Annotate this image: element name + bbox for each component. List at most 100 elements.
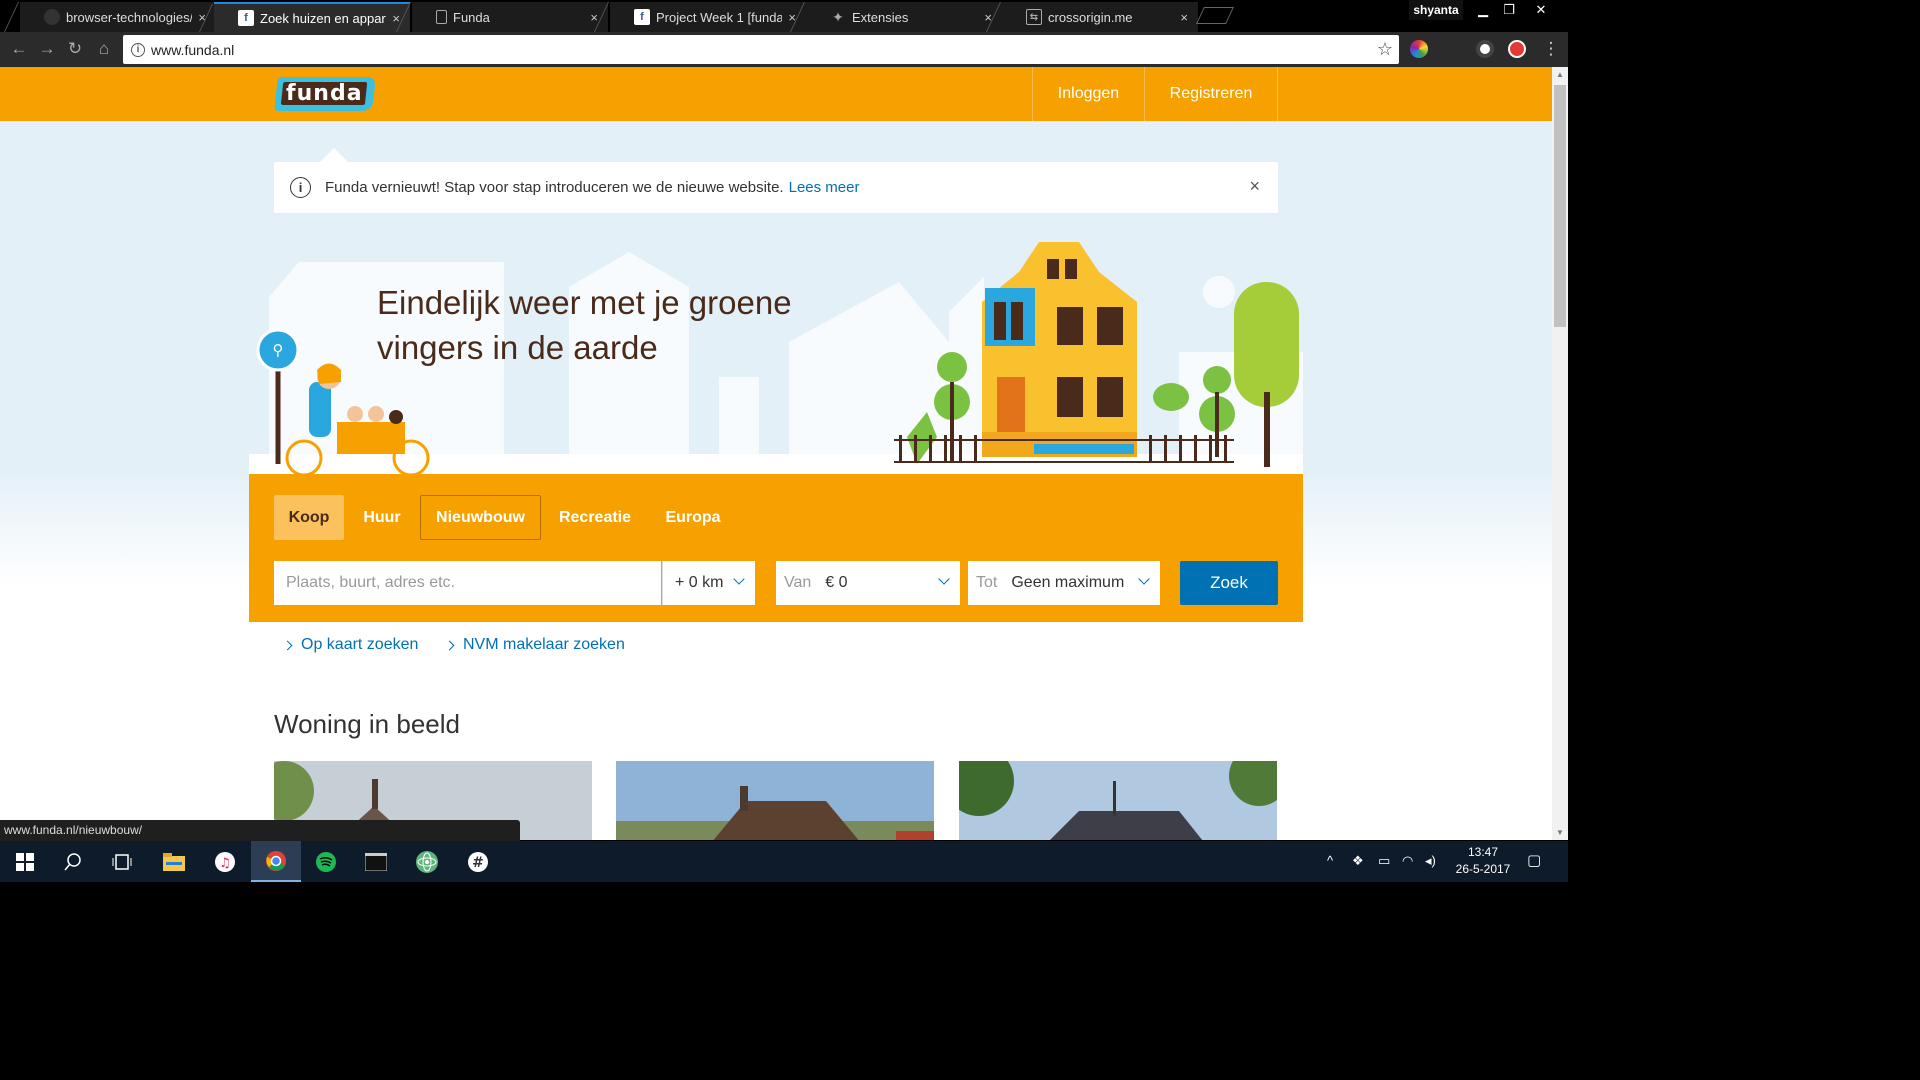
house-photo-3[interactable] [959, 761, 1277, 840]
radius-select[interactable]: + 0 km [662, 561, 755, 605]
swap-icon: ⇆ [1026, 9, 1042, 25]
windows-start-icon[interactable] [0, 841, 50, 882]
clock-time: 13:47 [1467, 845, 1499, 859]
notice-banner: i Funda vernieuwt! Stap voor stap introd… [274, 148, 1278, 213]
scroll-up-icon[interactable]: ▲ [1556, 70, 1564, 79]
tab-crossorigin[interactable]: ⇆ crossorigin.me × [1002, 2, 1198, 32]
chevron-down-icon [733, 573, 745, 585]
clock-date: 26-5-2017 [1455, 862, 1511, 876]
close-window-icon[interactable]: ✕ [1528, 0, 1554, 20]
notifications-icon[interactable]: ▢ [1527, 851, 1541, 869]
search-icon[interactable] [48, 841, 98, 882]
tab-title: crossorigin.me [1048, 9, 1133, 25]
address-bar[interactable]: i www.funda.nl ☆ [123, 35, 1399, 64]
puzzle-icon: ✦ [832, 8, 844, 25]
extension-circle-icon[interactable] [1476, 40, 1494, 58]
tab-europa[interactable]: Europa [653, 495, 733, 540]
tab-extensies[interactable]: ✦ Extensies × [806, 2, 1002, 32]
profile-button[interactable]: shyanta [1409, 0, 1463, 20]
map-search-link[interactable]: Op kaart zoeken [282, 636, 419, 654]
price-to-label: Tot [976, 574, 998, 591]
atom-icon[interactable] [402, 841, 452, 882]
file-explorer-icon[interactable] [149, 841, 199, 882]
slack-icon[interactable]: # [453, 841, 503, 882]
tab-title: Project Week 1 [funda] [656, 9, 783, 25]
read-more-link[interactable]: Lees meer [789, 179, 860, 196]
register-link[interactable]: Registreren [1144, 67, 1278, 121]
tab-title: Zoek huizen en apparten [260, 10, 386, 26]
map-search-label: Op kaart zoeken [301, 636, 419, 653]
battery-icon[interactable]: ▭ [1378, 853, 1390, 869]
location-input[interactable]: Plaats, buurt, adres etc. [274, 561, 661, 605]
svg-text:#: # [472, 855, 484, 871]
search-button[interactable]: Zoek [1180, 561, 1278, 605]
tab-close-icon[interactable]: × [1180, 10, 1188, 25]
svg-text:♫: ♫ [219, 856, 231, 871]
search-panel: Koop Huur Nieuwbouw Recreatie Europa Pla… [249, 474, 1303, 622]
hero-illustration: ⚲ Eindelijk weer met je groene vingers i… [249, 232, 1303, 477]
restore-icon[interactable]: ❐ [1496, 0, 1522, 20]
site-info-icon[interactable]: i [131, 42, 145, 57]
chevron-down-icon [938, 573, 950, 585]
scroll-down-icon[interactable]: ▼ [1556, 828, 1564, 837]
tab-close-icon[interactable]: × [590, 10, 598, 25]
page-icon [436, 10, 447, 24]
tab-recreatie[interactable]: Recreatie [545, 495, 645, 540]
scrollbar-thumb[interactable] [1554, 85, 1566, 327]
browser-toolbar: ← → ↻ ⌂ i www.funda.nl ☆ ⋮ [0, 32, 1568, 67]
chrome-icon[interactable] [251, 841, 301, 882]
price-to-select[interactable]: Tot Geen maximum [968, 561, 1160, 605]
spotify-icon[interactable] [301, 841, 351, 882]
radius-value: + 0 km [675, 574, 724, 591]
nvm-agent-link[interactable]: NVM makelaar zoeken [444, 636, 625, 654]
wifi-icon[interactable]: ◠ [1402, 853, 1413, 869]
status-bar-url: www.funda.nl/nieuwbouw/ [0, 820, 520, 841]
tray-chevron-icon[interactable]: ^ [1327, 853, 1333, 868]
tab-title: browser-technologies/fu [66, 9, 193, 25]
chevron-right-icon [282, 640, 293, 650]
minimize-icon[interactable]: ▁ [1470, 0, 1496, 20]
funda-icon: f [238, 10, 254, 26]
login-link[interactable]: Inloggen [1032, 67, 1144, 121]
volume-icon[interactable]: ◂) [1425, 853, 1436, 869]
tab-github[interactable]: browser-technologies/fu × [20, 2, 216, 32]
home-icon[interactable]: ⌂ [93, 38, 115, 60]
nvm-agent-label: NVM makelaar zoeken [463, 636, 625, 653]
tab-title: Extensies [852, 9, 909, 25]
new-tab-button[interactable] [1196, 7, 1234, 24]
chevron-right-icon [444, 640, 455, 650]
section-title: Woning in beeld [274, 709, 460, 739]
price-from-select[interactable]: Van € 0 [776, 561, 960, 605]
tab-funda[interactable]: Funda × [412, 2, 608, 32]
tab-project-week[interactable]: f Project Week 1 [funda] × [610, 2, 806, 32]
funda-icon: f [634, 9, 650, 25]
chevron-down-icon [1138, 573, 1150, 585]
price-to-value: Geen maximum [1011, 574, 1125, 591]
menu-icon[interactable]: ⋮ [1540, 38, 1562, 60]
back-icon[interactable]: ← [8, 38, 30, 60]
extension-shield-icon[interactable] [1508, 40, 1526, 58]
funda-logo[interactable]: funda [274, 77, 376, 111]
page-scrollbar[interactable]: ▲ ▼ [1552, 67, 1568, 840]
close-notice-icon[interactable]: × [1249, 176, 1260, 197]
house-photo-2[interactable] [616, 761, 934, 840]
tab-huur[interactable]: Huur [350, 495, 414, 540]
browser-tab-strip: browser-technologies/fu × f Zoek huizen … [0, 0, 1568, 32]
dropbox-icon[interactable]: ❖ [1352, 853, 1364, 869]
task-view-icon[interactable] [97, 841, 147, 882]
terminal-icon[interactable] [351, 841, 401, 882]
location-placeholder: Plaats, buurt, adres etc. [286, 574, 455, 591]
tab-nieuwbouw[interactable]: Nieuwbouw [420, 495, 541, 540]
address-url[interactable]: www.funda.nl [151, 42, 234, 58]
taskbar-clock[interactable]: 13:47 26-5-2017 [1448, 844, 1518, 878]
forward-icon[interactable]: → [36, 38, 58, 60]
site-header: funda Inloggen Registreren [0, 67, 1552, 121]
windows-taskbar: ♫ # ^ ❖ ▭ ◠ ◂) 13:47 26-5-2017 ▢ [0, 841, 1568, 882]
itunes-icon[interactable]: ♫ [200, 841, 250, 882]
tab-koop[interactable]: Koop [274, 495, 344, 540]
color-extension-icon[interactable] [1410, 40, 1428, 58]
reload-icon[interactable]: ↻ [64, 38, 86, 60]
info-icon: i [290, 177, 311, 198]
tab-zoek-huizen[interactable]: f Zoek huizen en apparten × [214, 2, 410, 32]
bookmark-star-icon[interactable]: ☆ [1377, 39, 1393, 60]
